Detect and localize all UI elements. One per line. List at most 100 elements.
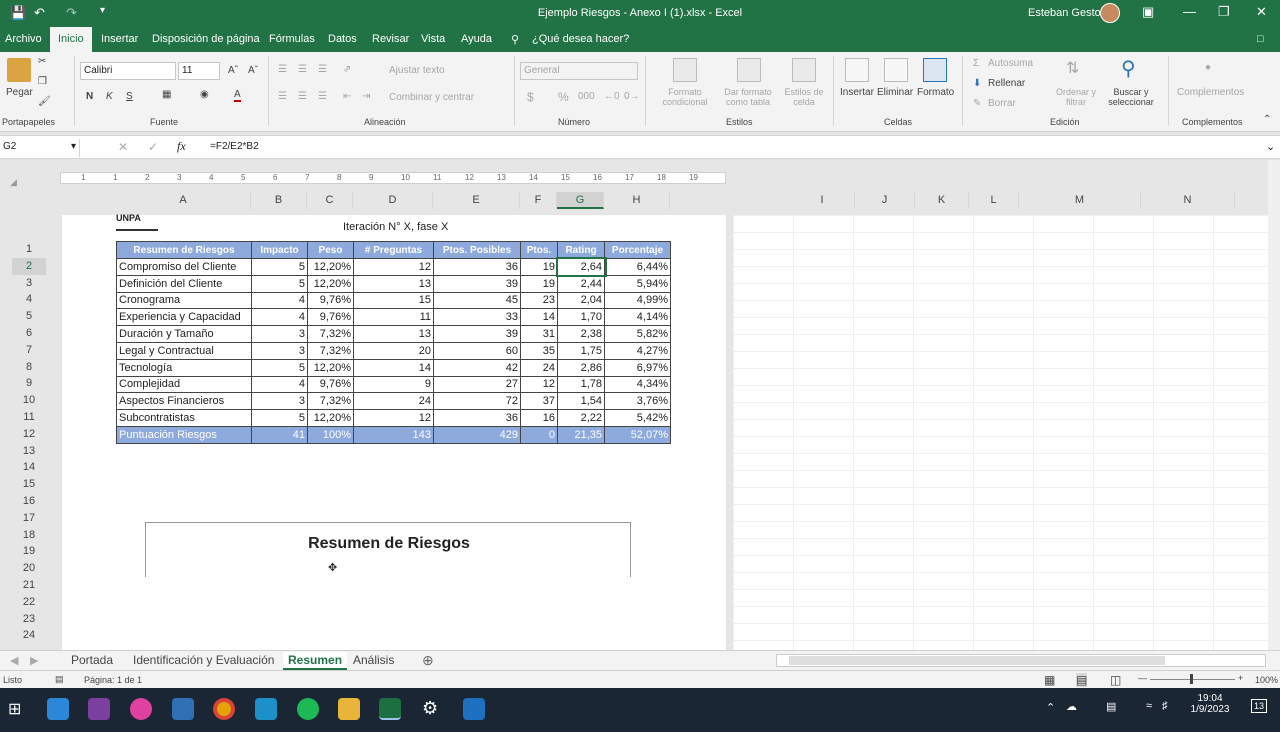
table-cell[interactable]: 7,32% bbox=[307, 325, 354, 343]
table-cell[interactable]: 36 bbox=[433, 409, 521, 427]
grow-font-icon[interactable]: Aˆ bbox=[228, 65, 238, 76]
tab-ayuda[interactable]: Ayuda bbox=[461, 33, 492, 45]
table-cell[interactable]: Definición del Cliente bbox=[116, 274, 252, 293]
table-cell[interactable]: 2,38 bbox=[557, 325, 605, 343]
table-cell[interactable]: 2,22 bbox=[557, 409, 605, 427]
table-cell[interactable]: Tecnología bbox=[116, 358, 252, 377]
percent-icon[interactable]: % bbox=[558, 90, 569, 104]
table-cell[interactable]: 27 bbox=[433, 375, 521, 394]
table-cell[interactable]: 42 bbox=[433, 358, 521, 377]
table-cell[interactable]: 4 bbox=[251, 375, 308, 394]
table-cell[interactable]: 36 bbox=[433, 258, 521, 276]
table-cell[interactable]: 9,76% bbox=[307, 308, 354, 327]
table-cell[interactable]: 12,20% bbox=[307, 358, 354, 377]
row-header[interactable]: 11 bbox=[12, 409, 46, 426]
table-cell[interactable]: Legal y Contractual bbox=[116, 341, 252, 360]
excel-taskbar-icon[interactable] bbox=[379, 698, 401, 720]
col-header[interactable]: J bbox=[855, 192, 915, 209]
table-cell[interactable]: Complejidad bbox=[116, 375, 252, 394]
table-cell[interactable]: 1,75 bbox=[557, 341, 605, 360]
format-table-icon[interactable] bbox=[737, 58, 761, 82]
add-sheet-icon[interactable]: ⊕ bbox=[422, 652, 434, 669]
row-header[interactable]: 16 bbox=[12, 493, 46, 510]
close-icon[interactable]: ✕ bbox=[1256, 4, 1267, 20]
table-cell[interactable]: 4,34% bbox=[604, 375, 671, 394]
borders-icon[interactable]: ▦ bbox=[162, 89, 171, 100]
sheet-tab-analisis[interactable]: Análisis bbox=[348, 652, 399, 670]
header-cell[interactable]: Resumen de Riesgos bbox=[116, 241, 252, 259]
chevron-down-icon[interactable]: ▾ bbox=[71, 141, 76, 152]
settings-icon[interactable]: ⚙ bbox=[422, 698, 438, 719]
wrap-text-button[interactable]: Ajustar texto bbox=[389, 65, 445, 76]
table-cell[interactable]: 9,76% bbox=[307, 291, 354, 310]
table-cell[interactable]: 429 bbox=[433, 425, 521, 444]
table-cell[interactable]: 37 bbox=[520, 392, 558, 411]
sort-filter-icon[interactable]: ⇅ bbox=[1066, 58, 1079, 78]
table-cell[interactable]: 31 bbox=[520, 325, 558, 343]
cell-styles-icon[interactable] bbox=[792, 58, 816, 82]
avatar[interactable] bbox=[1100, 3, 1120, 23]
app-icon[interactable] bbox=[172, 698, 194, 720]
align-left-icon[interactable]: ☰ bbox=[278, 91, 287, 102]
insert-button[interactable]: Insertar bbox=[840, 87, 874, 98]
fill-button[interactable]: Rellenar bbox=[988, 78, 1025, 89]
table-cell[interactable]: 5 bbox=[251, 358, 308, 377]
enter-icon[interactable]: ✓ bbox=[148, 140, 158, 154]
table-cell[interactable]: 33 bbox=[433, 308, 521, 327]
insert-cells-icon[interactable] bbox=[845, 58, 869, 82]
row-header[interactable]: 10 bbox=[12, 392, 46, 409]
table-cell[interactable]: Puntuación Riesgos bbox=[116, 425, 252, 444]
clear-icon[interactable]: ✎ bbox=[973, 98, 981, 109]
table-cell[interactable]: 11 bbox=[353, 308, 434, 327]
table-cell[interactable]: 35 bbox=[520, 341, 558, 360]
table-cell[interactable]: 100% bbox=[307, 425, 354, 444]
tab-insertar[interactable]: Insertar bbox=[101, 33, 138, 45]
table-cell[interactable]: 4,99% bbox=[604, 291, 671, 310]
table-cell[interactable]: 39 bbox=[433, 325, 521, 343]
table-cell[interactable]: 14 bbox=[520, 308, 558, 327]
table-cell[interactable]: 6,97% bbox=[604, 358, 671, 377]
row-header[interactable]: 3 bbox=[12, 275, 46, 292]
cell-styles-button[interactable]: Estilos de celda bbox=[780, 87, 828, 107]
format-table-button[interactable]: Dar formato como tabla bbox=[717, 87, 779, 107]
row-header[interactable]: 20 bbox=[12, 560, 46, 577]
shrink-font-icon[interactable]: Aˇ bbox=[248, 65, 258, 76]
table-cell[interactable]: 4 bbox=[251, 308, 308, 327]
table-cell[interactable]: 5,82% bbox=[604, 325, 671, 343]
align-middle-icon[interactable]: ☰ bbox=[298, 64, 307, 75]
table-cell[interactable]: 20 bbox=[353, 341, 434, 360]
header-cell[interactable]: Impacto bbox=[251, 241, 308, 259]
vertical-scrollbar[interactable] bbox=[1268, 160, 1280, 650]
format-button[interactable]: Formato bbox=[917, 87, 954, 98]
find-icon[interactable]: ⚲ bbox=[1121, 56, 1136, 81]
restore-icon[interactable]: ❐ bbox=[1218, 4, 1230, 20]
volume-icon[interactable]: ♯ bbox=[1162, 700, 1168, 712]
row-header[interactable]: 6 bbox=[12, 325, 46, 342]
table-cell[interactable]: 12,20% bbox=[307, 258, 354, 276]
header-cell[interactable]: Ptos. Posibles bbox=[433, 241, 521, 259]
row-header[interactable]: 4 bbox=[12, 291, 46, 308]
header-cell[interactable]: Peso bbox=[307, 241, 354, 259]
row-header[interactable]: 18 bbox=[12, 527, 46, 544]
fill-down-icon[interactable]: ⬇ bbox=[973, 78, 981, 89]
formula-input[interactable]: =F2/E2*B2 bbox=[210, 141, 259, 152]
table-cell[interactable]: 45 bbox=[433, 291, 521, 310]
table-cell[interactable]: Subcontratistas bbox=[116, 409, 252, 427]
table-cell[interactable]: Compromiso del Cliente bbox=[116, 258, 252, 276]
table-cell[interactable]: 12 bbox=[520, 375, 558, 394]
collapse-ribbon-icon[interactable]: ⌃ bbox=[1263, 114, 1271, 125]
row-header[interactable]: 1 bbox=[12, 241, 46, 258]
row-header[interactable]: 12 bbox=[12, 426, 46, 443]
app-icon[interactable] bbox=[47, 698, 69, 720]
row-header[interactable]: 17 bbox=[12, 510, 46, 527]
paste-button[interactable]: Pegar bbox=[6, 87, 33, 98]
table-cell[interactable]: 4 bbox=[251, 291, 308, 310]
user-name[interactable]: Esteban Gesto bbox=[1028, 7, 1101, 19]
macro-record-icon[interactable]: ▤ bbox=[55, 674, 64, 685]
table-cell[interactable]: 2,86 bbox=[557, 358, 605, 377]
table-cell[interactable]: Experiencia y Capacidad bbox=[116, 308, 252, 327]
table-cell[interactable]: 39 bbox=[433, 274, 521, 293]
col-header[interactable]: H bbox=[604, 192, 670, 209]
table-cell[interactable]: 4,14% bbox=[604, 308, 671, 327]
table-cell[interactable]: 5,94% bbox=[604, 274, 671, 293]
